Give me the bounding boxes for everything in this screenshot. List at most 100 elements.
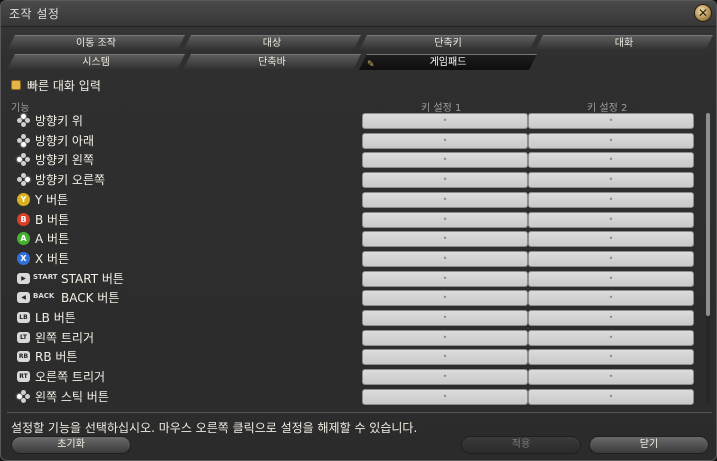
dpad-right-icon xyxy=(17,173,30,187)
key2-field[interactable]: • xyxy=(528,369,694,386)
binding-row[interactable]: 방향키 오른쪽 • • xyxy=(11,170,701,189)
key1-field[interactable]: • xyxy=(362,329,528,346)
key2-field[interactable]: • xyxy=(528,290,694,307)
start-tag: START xyxy=(33,272,58,281)
binding-row[interactable]: B B 버튼 • • xyxy=(11,210,701,229)
close-icon[interactable]: ✕ xyxy=(694,4,712,22)
key2-field[interactable]: • xyxy=(528,310,694,326)
dpad-left-icon xyxy=(17,153,30,167)
tab-movement[interactable]: 이동 조작 xyxy=(7,35,185,51)
b-button-icon: B xyxy=(17,212,30,226)
key1-field[interactable]: • xyxy=(362,349,528,366)
key2-field[interactable]: • xyxy=(528,172,694,189)
pencil-icon: ✎ xyxy=(367,60,375,70)
quick-chat-label: 빠른 대화 입력 xyxy=(27,78,101,93)
key2-field[interactable]: • xyxy=(528,329,694,346)
close-button[interactable]: 닫기 xyxy=(589,436,709,454)
key1-field[interactable]: • xyxy=(362,369,528,386)
tab-target[interactable]: 대상 xyxy=(183,35,361,51)
tab-gamepad[interactable]: ✎ 게임패드 xyxy=(359,54,537,70)
binding-label: 방향키 아래 xyxy=(35,133,95,148)
binding-row[interactable]: LB LB 버튼 • • xyxy=(11,308,701,327)
binding-row[interactable]: ▶ START START 버튼 • • xyxy=(11,269,701,288)
key1-field[interactable]: • xyxy=(362,388,528,405)
key2-field[interactable]: • xyxy=(528,113,694,129)
controls-settings-window: 조작 설정 ✕ 이동 조작 대상 단축키 대화 시스템 단축바 ✎ 게임패드 빠… xyxy=(0,0,717,461)
key1-field[interactable]: • xyxy=(362,250,528,267)
binding-row[interactable]: RB RB 버튼 • • xyxy=(11,347,701,366)
binding-row[interactable]: 왼쪽 스틱 버튼 • • xyxy=(11,387,701,406)
binding-label: Y 버튼 xyxy=(35,192,69,207)
binding-row[interactable]: Y Y 버튼 • • xyxy=(11,190,701,209)
key1-field[interactable]: • xyxy=(362,172,528,189)
status-text: 설정할 기능을 선택하십시오. 마우스 오른쪽 클릭으로 설정을 해제할 수 있… xyxy=(11,421,418,435)
binding-label: X 버튼 xyxy=(35,251,70,266)
tab-row-2: 시스템 단축바 ✎ 게임패드 xyxy=(7,54,712,70)
key1-field[interactable]: • xyxy=(362,231,528,248)
binding-label: 왼쪽 스틱 버튼 xyxy=(35,389,109,404)
binding-row[interactable]: 방향키 왼쪽 • • xyxy=(11,150,701,169)
binding-row[interactable]: A A 버튼 • • xyxy=(11,229,701,248)
binding-row[interactable]: X X 버튼 • • xyxy=(11,249,701,268)
left-stick-icon xyxy=(17,389,30,403)
key1-field[interactable]: • xyxy=(362,290,528,307)
key2-field[interactable]: • xyxy=(528,349,694,366)
binding-label: 오른쪽 트리거 xyxy=(35,370,106,385)
key2-field[interactable]: • xyxy=(528,250,694,267)
binding-label: RB 버튼 xyxy=(35,350,78,365)
binding-row[interactable]: LT 왼쪽 트리거 • • xyxy=(11,328,701,347)
binding-label: 방향키 위 xyxy=(35,114,83,128)
tab-chat[interactable]: 대화 xyxy=(535,35,713,51)
key1-field[interactable]: • xyxy=(362,152,528,169)
binding-row[interactable]: 방향키 아래 • • xyxy=(11,131,701,150)
binding-row[interactable]: 방향키 위 • • xyxy=(11,111,701,130)
key2-field[interactable]: • xyxy=(528,231,694,248)
scrollbar-thumb[interactable] xyxy=(706,113,710,316)
title-bar[interactable]: 조작 설정 ✕ xyxy=(1,1,716,27)
key2-field[interactable]: • xyxy=(528,211,694,228)
tab-hotbar[interactable]: 단축바 xyxy=(183,54,361,70)
binding-row[interactable]: ◀ BACK BACK 버튼 • • xyxy=(11,288,701,307)
key1-field[interactable]: • xyxy=(362,211,528,228)
key2-field[interactable]: • xyxy=(528,152,694,169)
reset-button[interactable]: 초기화 xyxy=(11,436,131,454)
dpad-up-icon xyxy=(17,114,30,127)
a-button-icon: A xyxy=(17,232,30,246)
footer-divider xyxy=(7,412,712,413)
binding-label: A 버튼 xyxy=(35,232,70,247)
binding-label: 방향키 왼쪽 xyxy=(35,153,95,168)
key2-field[interactable]: • xyxy=(528,388,694,405)
key1-field[interactable]: • xyxy=(362,191,528,208)
key-binding-list: 방향키 위 • • 방향키 아래 • • 방향키 왼쪽 • • 방향키 오른쪽 … xyxy=(11,111,701,407)
binding-label: BACK 버튼 xyxy=(61,291,120,306)
y-button-icon: Y xyxy=(17,192,30,206)
key1-field[interactable]: • xyxy=(362,310,528,326)
back-tag: BACK xyxy=(33,292,55,301)
key2-field[interactable]: • xyxy=(528,132,694,149)
key1-field[interactable]: • xyxy=(362,113,528,129)
list-scrollbar[interactable] xyxy=(706,113,710,403)
key1-field[interactable]: • xyxy=(362,132,528,149)
window-title: 조작 설정 xyxy=(9,7,60,21)
quick-chat-option[interactable]: 빠른 대화 입력 xyxy=(11,77,101,93)
binding-label: LB 버튼 xyxy=(35,311,76,325)
apply-button[interactable]: 적용 xyxy=(461,436,581,454)
rt-trigger-icon: RT xyxy=(17,371,30,383)
key2-field[interactable]: • xyxy=(528,191,694,208)
quick-chat-checkbox[interactable] xyxy=(11,80,21,90)
back-button-icon: ◀ xyxy=(17,292,30,304)
x-button-icon: X xyxy=(17,251,30,265)
lb-button-icon: LB xyxy=(17,312,30,323)
binding-row[interactable]: RT 오른쪽 트리거 • • xyxy=(11,367,701,386)
key1-field[interactable]: • xyxy=(362,270,528,287)
dpad-down-icon xyxy=(17,133,30,147)
binding-label: START 버튼 xyxy=(61,271,124,286)
tab-system[interactable]: 시스템 xyxy=(7,54,185,70)
lt-trigger-icon: LT xyxy=(17,331,30,343)
rb-button-icon: RB xyxy=(17,351,30,363)
tab-shortcut-keys[interactable]: 단축키 xyxy=(359,35,537,51)
tab-row-1: 이동 조작 대상 단축키 대화 xyxy=(7,35,712,51)
key2-field[interactable]: • xyxy=(528,270,694,287)
start-button-icon: ▶ xyxy=(17,272,30,284)
tab-gamepad-label: 게임패드 xyxy=(429,57,467,68)
